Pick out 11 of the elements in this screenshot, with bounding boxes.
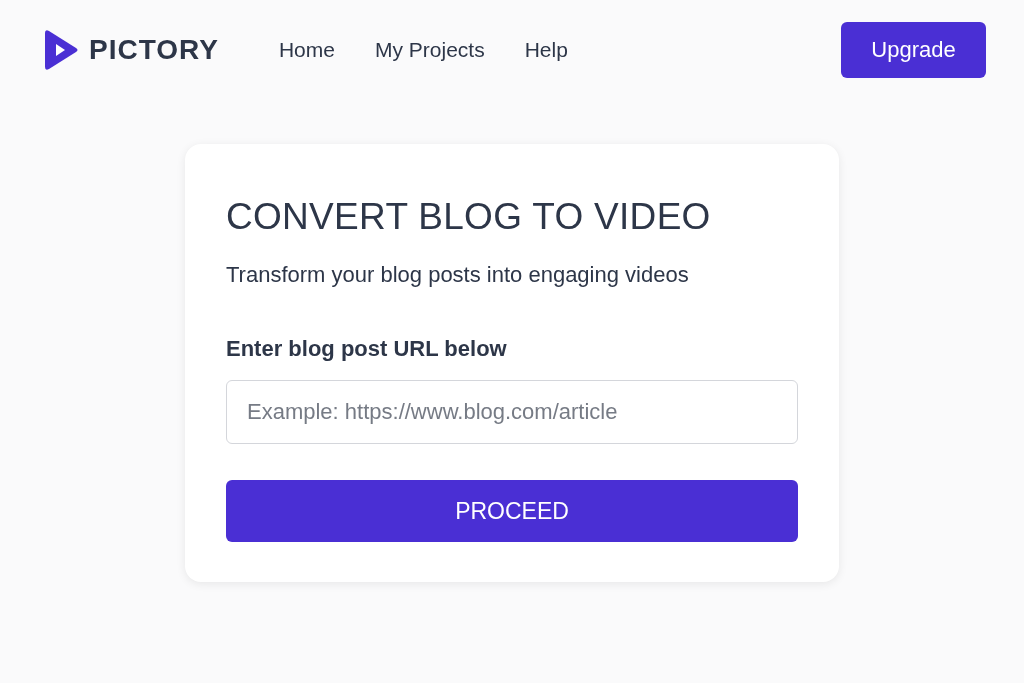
card-subtitle: Transform your blog posts into engaging videos [226,262,690,288]
url-input-field[interactable]: Example: https://www.blog.com/article [226,380,798,444]
play-logo-icon [45,29,79,71]
nav-link[interactable]: Home [278,38,335,62]
nav-link[interactable]: Help [524,38,568,62]
nav-link[interactable]: My Projects [374,38,485,62]
card-title: CONVERT BLOG TO VIDEO [226,196,712,238]
upgrade-button[interactable]: Upgrade [841,22,986,78]
logo-text: PICTORY [89,34,219,66]
field-label: Enter blog post URL below [226,336,508,362]
proceed-button[interactable]: PROCEED [226,480,798,542]
